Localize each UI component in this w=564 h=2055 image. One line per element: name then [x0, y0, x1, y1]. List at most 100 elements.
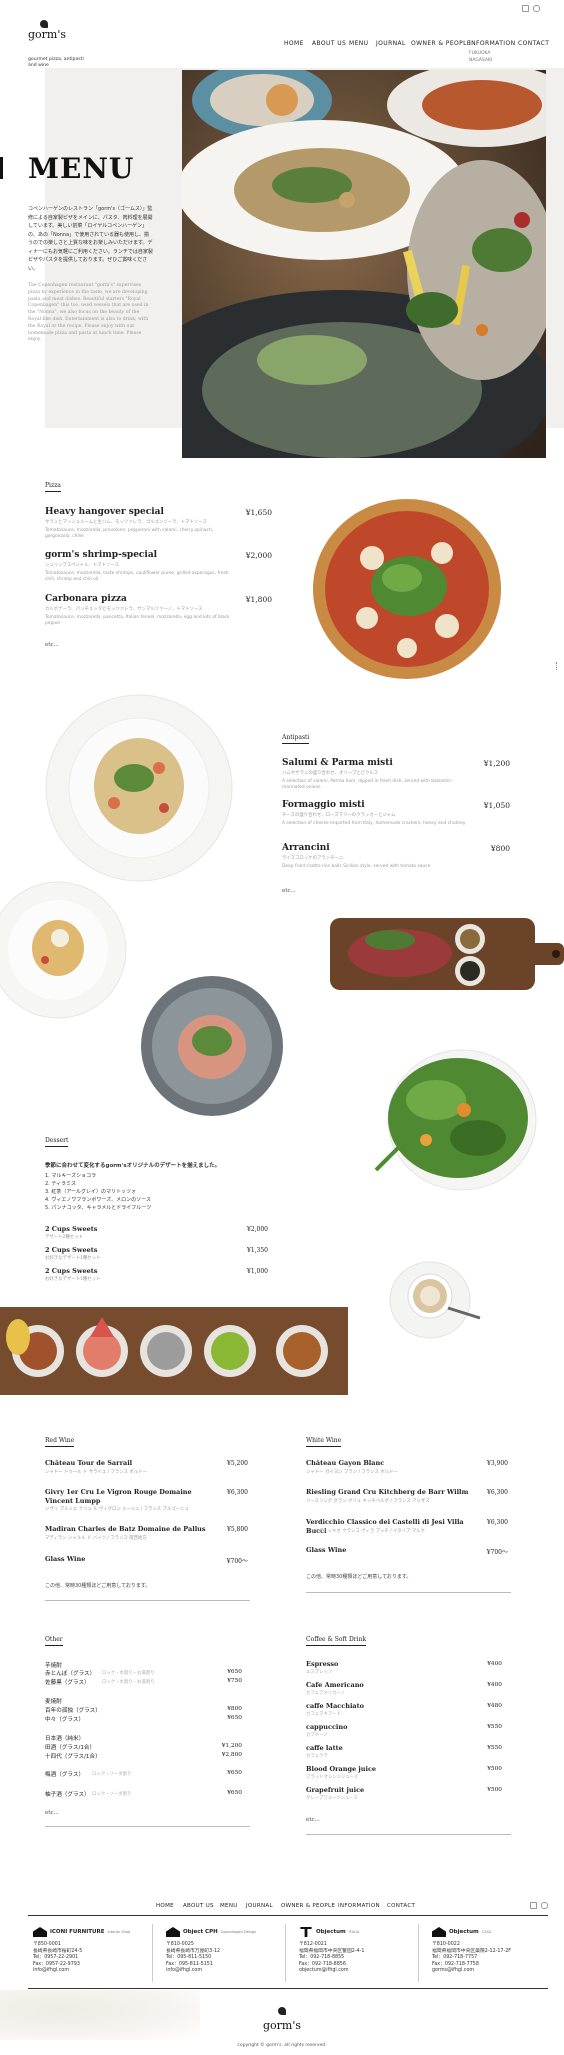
shop-zip: 〒810-0022	[432, 1942, 460, 1947]
footer-nav-home[interactable]: HOME	[156, 1903, 174, 1909]
wine-sub: リースリング グラン クリュ キッチベルグ / フランス アルザス	[306, 1499, 430, 1504]
shop-card[interactable]: Object CPH Copenhagen Design 〒810-0025 長崎…	[166, 1926, 291, 1975]
footer-instagram-icon[interactable]	[541, 1902, 548, 1909]
wine-sub: マディラン シャルル ド バッツ / フランス 南西地方	[45, 1536, 147, 1541]
intro-japanese: コペンハーゲンのレストラン「gorm's（ゴームス）」監修による自家製ピザをメイ…	[28, 206, 153, 272]
wine-name: Château Gayon Blanc	[306, 1459, 385, 1467]
shop-card[interactable]: iCONI FURNITURE Interior Shop 〒850-0001 長…	[33, 1926, 158, 1975]
wine-price: ¥700〜	[226, 1558, 248, 1565]
footer-nav-contact[interactable]: CONTACT	[387, 1903, 415, 1909]
pizza-etc: etc...	[45, 642, 59, 648]
nav-journal[interactable]: JOURNAL	[376, 40, 406, 47]
shop-email[interactable]: info@ifhgl.com	[33, 1968, 158, 1975]
other-group-title: 日本酒（純米）	[45, 1736, 85, 1742]
bird-logo-icon	[40, 20, 48, 28]
page-title: MENU	[28, 152, 135, 185]
footer-facebook-icon[interactable]	[530, 1902, 537, 1909]
shop-email[interactable]: info@ifhgl.com	[166, 1968, 291, 1975]
coffee-item-sub: グレープフルーツジュース	[306, 1796, 358, 1801]
coffee-section-label: Coffee & Soft Drink	[306, 1636, 367, 1646]
wine-price: ¥6,300	[487, 1489, 508, 1496]
other-item-price: ¥650	[227, 1669, 242, 1675]
sweets-price: ¥1,350	[247, 1247, 268, 1254]
menu-item-name: Formaggio misti	[282, 800, 365, 810]
coffee-item-price: ¥550	[487, 1745, 502, 1751]
shop-mark-icon	[300, 1927, 312, 1937]
white-wine-divider	[306, 1592, 511, 1593]
wine-name: Givry 1er Cru Le Vigron Rouge Domaine Vi…	[45, 1488, 192, 1505]
antipasti-etc: etc...	[282, 888, 296, 894]
menu-item-en: Tomatosauce, mozzarella, taste shrimps, …	[45, 571, 229, 582]
coffee-cup-photo	[388, 1258, 483, 1343]
nav-menu[interactable]: MENU	[349, 40, 368, 47]
coffee-item-name: Cafe Americano	[306, 1681, 364, 1689]
other-item-sub: ロック・水割り・お湯割り	[102, 1680, 155, 1685]
shop-logo: Objectum CASA	[432, 1926, 557, 1938]
facebook-icon[interactable]	[522, 5, 529, 12]
house-icon	[166, 1927, 180, 1937]
coffee-item-price: ¥400	[487, 1682, 502, 1688]
white-wine-section-label: White Wine	[306, 1437, 342, 1447]
shop-email[interactable]: objectum@ifhgl.com	[299, 1968, 424, 1975]
menu-item-ja: ライスコロッケのアランチーニ	[282, 856, 344, 861]
sweets-sub: デザート2種セット	[45, 1235, 83, 1240]
coffee-item-name: Grapefruit juice	[306, 1786, 365, 1794]
nav-information[interactable]: INFORMATION	[469, 40, 515, 47]
footer-logo[interactable]: gorm's	[263, 2000, 301, 2032]
wine-sub: シャトー トゥール ド サライユ / フランス ボルドー	[45, 1470, 147, 1475]
other-item-price: ¥650	[227, 1715, 242, 1721]
wine-sub: ジヴリ プルミエ クリュ ル ヴィグロン ルージュ / フランス ブルゴーニュ	[45, 1507, 189, 1512]
other-item-price: ¥2,800	[221, 1752, 242, 1758]
footer-nav-menu[interactable]: MENU	[220, 1903, 238, 1909]
other-item-sub: ロック・ソーダ割り	[92, 1772, 132, 1777]
nav-owner-people[interactable]: OWNER & PEOPLE	[411, 40, 471, 47]
coffee-item-sub: カプチーノ	[306, 1733, 328, 1738]
subnav-fukuoka[interactable]: FUKUOKA	[469, 50, 492, 57]
menu-item-en: A selection of cheese imported from Ital…	[282, 821, 466, 826]
subnav-nagasaki[interactable]: NAGASAKI	[469, 57, 492, 64]
footer-nav-about-us[interactable]: ABOUT US	[183, 1903, 214, 1909]
shop-info: 〒810-0025 長崎県長崎市万屋町3-12 Tel：095-811-5150…	[166, 1942, 291, 1975]
coffee-item-sub: カフェマキアート	[306, 1712, 341, 1717]
nav-home[interactable]: HOME	[284, 40, 304, 47]
shop-name: iCONI FURNITURE	[50, 1929, 105, 1935]
instagram-icon[interactable]	[533, 5, 540, 12]
menu-item-name: Heavy hangover special	[45, 507, 164, 517]
shop-card[interactable]: Objectum CASA 〒810-0022 福岡県福岡市中央区薬院2-12-1…	[432, 1926, 557, 1975]
scroll-indicator[interactable]	[556, 662, 558, 670]
menu-item-en: Tomatosauce, mozzarella, pancetta, Itali…	[45, 615, 230, 626]
shop-info: 〒812-0021 福岡県福岡市中央区警固2-4-1 Tel：092-718-8…	[299, 1942, 424, 1975]
intro-english: The Copenhagen restaurant "gorm's" super…	[28, 283, 149, 343]
wine-name: Glass Wine	[306, 1546, 347, 1554]
wine-name: Glass Wine	[45, 1555, 86, 1563]
footer-nav-owner-people[interactable]: OWNER & PEOPLE	[281, 1903, 335, 1909]
menu-item-price: ¥1,050	[483, 801, 510, 810]
dessert-list-item: 5. パンナコッタ、キャラメルとドライフルーツ	[45, 1205, 152, 1211]
other-group-title: 芋焼酎	[45, 1663, 62, 1669]
shop-email[interactable]: gorms@ifhgl.com	[432, 1968, 557, 1975]
footer-nav-journal[interactable]: JOURNAL	[246, 1903, 273, 1909]
dessert-note: 季節に合わせて変化するgorm'sオリジナルのデザートを揃えました。	[45, 1163, 221, 1169]
other-divider	[45, 1826, 250, 1827]
menu-item-name: Carbonara pizza	[45, 594, 127, 604]
shop-tel: Tel：092-718-7757	[432, 1955, 478, 1961]
top-bar	[0, 0, 564, 30]
house-icon	[33, 1927, 47, 1937]
nav-contact[interactable]: CONTACT	[518, 40, 549, 47]
menu-item-ja: サラミとマッシュルームと生ハム、モッツァレラ、ゴルゴンゾーラ、トマトソース	[45, 520, 207, 525]
shop-logo: Object CPH Copenhagen Design	[166, 1926, 291, 1938]
shop-zip: 〒812-0021	[299, 1942, 327, 1947]
wine-price: ¥6,300	[487, 1519, 508, 1526]
shop-name: Object CPH	[183, 1929, 218, 1935]
menu-item-price: ¥800	[490, 844, 510, 853]
footer-nav-information[interactable]: INFORMATION	[338, 1903, 380, 1909]
coffee-item-sub: カフェラテ	[306, 1754, 328, 1759]
nav-about-us[interactable]: ABOUT US	[312, 40, 346, 47]
shop-info: 〒810-0022 福岡県福岡市中央区薬院2-12-17-2F Tel：092-…	[432, 1942, 557, 1975]
sweets-price: ¥1,000	[247, 1268, 268, 1275]
house-icon	[432, 1927, 446, 1937]
shop-card[interactable]: Objectum ITALIA 〒812-0021 福岡県福岡市中央区警固2-4-…	[299, 1926, 424, 1975]
coffee-item-name: Espresso	[306, 1660, 339, 1668]
pasta-plate-photo	[0, 880, 130, 1020]
site-logo[interactable]: gorm's	[28, 20, 66, 41]
